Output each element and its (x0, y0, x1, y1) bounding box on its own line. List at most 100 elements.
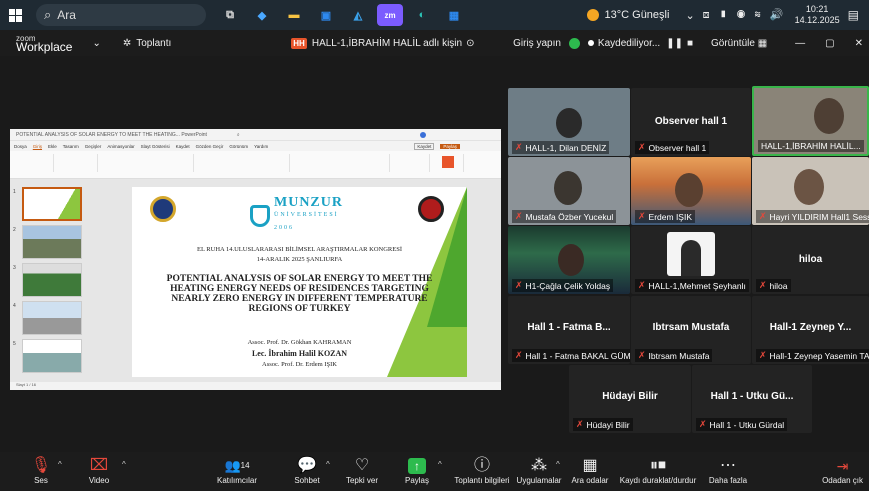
stop-recording-icon[interactable]: ■ (687, 38, 693, 49)
video-tile-dilan[interactable]: ✗ HALL-1, Dilan DENİZ (508, 88, 630, 156)
share-options-chevron-icon[interactable]: ^ (438, 460, 442, 469)
tray-chevron-icon[interactable]: ⌄ (685, 9, 694, 22)
participant-name-text: HALL-1,Mehmet Şeyhanlı (648, 280, 746, 291)
maximize-icon[interactable]: ▢ (825, 38, 834, 49)
file-explorer-icon[interactable]: ▬ (281, 4, 307, 26)
video-tile-fatma[interactable]: Hall 1 - Fatma B... ✗ Hall 1 - Fatma BAKA… (508, 296, 630, 364)
video-tile-ibtrsam[interactable]: Ibtrsam Mustafa ✗ Ibtrsam Mustafa (631, 296, 751, 364)
widgets-icon[interactable]: ◆ (249, 4, 275, 26)
recording-status[interactable]: Kaydediliyor... (587, 38, 660, 49)
mic-muted-icon: ✗ (638, 142, 646, 152)
participant-name: ✗ Erdem IŞIK (635, 210, 696, 223)
zoom-app-icon[interactable]: zm (377, 4, 403, 26)
share-screen-icon: ↑ (408, 458, 426, 474)
ribbon-designer-group[interactable] (434, 154, 464, 172)
sharing-options-icon[interactable]: ⊙ (466, 38, 474, 49)
ribbon-slides-group[interactable] (58, 154, 98, 172)
participants-button[interactable]: 👥14 Katılımcılar (212, 456, 262, 485)
meeting-info-button[interactable]: ⓘ Toplantı bilgileri (452, 456, 512, 485)
more-button[interactable]: ⋯ Daha fazla (706, 456, 750, 485)
video-button[interactable]: ⌧ Video (84, 456, 114, 485)
ppt-menu-item[interactable]: Dosya (14, 144, 27, 149)
react-button[interactable]: ♡ Tepki ver (342, 456, 382, 485)
pause-recording-button[interactable]: ⏸⏹ Kaydı duraklat/durdur (616, 456, 700, 485)
store-icon[interactable]: ▣ (313, 4, 339, 26)
minimize-icon[interactable]: — (795, 38, 805, 49)
slide-thumbnail[interactable] (22, 263, 82, 297)
view-menu[interactable]: Görüntüle ▦ (711, 38, 767, 49)
participant-video (558, 244, 584, 276)
taskbar-search-input[interactable]: ⌕ Ara (36, 4, 206, 26)
ppt-menu-item[interactable]: Görünüm (229, 144, 248, 149)
video-tile-ibrahim[interactable]: HALL-1,İBRAHİM HALİL... (752, 86, 869, 156)
meeting-controls: 🎙 Ses ^ ⌧ Video ^ 👥14 Katılımcılar 💬 Soh… (0, 452, 869, 491)
photos-icon[interactable]: ◭ (345, 4, 371, 26)
video-tile-mehmet[interactable]: ✗ HALL-1,Mehmet Şeyhanlı (631, 226, 751, 294)
video-tile-zeynep[interactable]: Hall-1 Zeynep Y... ✗ Hall-1 Zeynep Yasemi… (752, 296, 869, 364)
tray-icons[interactable]: ⧈ ▮ ◉ ≋ 🔊 (703, 8, 787, 22)
apps-options-chevron-icon[interactable]: ^ (556, 460, 560, 469)
app-menu-chevron-icon[interactable]: ⌄ (92, 38, 100, 49)
share-screen-button[interactable]: ↑ Paylaş (402, 456, 432, 485)
outlook-icon[interactable]: ▦ (441, 4, 467, 26)
ppt-menu-item[interactable]: Ekle (48, 144, 57, 149)
security-shield-icon[interactable] (568, 37, 580, 49)
thumb-number: 3 (13, 265, 16, 271)
notifications-icon[interactable]: ▤ (848, 8, 859, 22)
ppt-profile-icon[interactable] (419, 131, 426, 138)
ribbon-font-group[interactable] (102, 154, 194, 172)
more-icon: ⋯ (720, 457, 736, 474)
taskbar-clock[interactable]: 10:21 14.12.2025 (795, 4, 840, 26)
view-grid-icon: ▦ (757, 37, 768, 49)
video-tile-erdem[interactable]: ✗ Erdem IŞIK (631, 157, 751, 225)
meeting-menu[interactable]: ✲ Toplantı (123, 38, 171, 49)
audio-options-chevron-icon[interactable]: ^ (58, 460, 62, 469)
slide-thumbnail[interactable] (22, 339, 82, 373)
chat-button[interactable]: 💬 Sohbet (290, 456, 324, 485)
ppt-share-button[interactable]: Paylaş (440, 143, 460, 149)
ppt-menu-item[interactable]: Tasarım (63, 144, 79, 149)
video-tile-hiloa[interactable]: hiloa ✗ hiloa (752, 226, 869, 294)
sharing-indicator[interactable]: HH HALL-1,İBRAHİM HALİL adlı kişin ⊙ (291, 37, 474, 49)
video-tile-hudayi[interactable]: Hüdayi Bilir ✗ Hüdayi Bilir (569, 365, 691, 433)
audio-button[interactable]: 🎙 Ses (28, 456, 54, 485)
ribbon-clipboard-group[interactable] (14, 154, 54, 172)
participant-video (814, 98, 844, 134)
current-slide[interactable]: MUNZUR ÜNİVERSİTESİ 2006 EL RUHA 14.ULUS… (132, 187, 467, 377)
ppt-menu-item[interactable]: Gözden Geçir (196, 144, 224, 149)
ppt-record-button[interactable]: Kaydet (414, 142, 435, 150)
close-icon[interactable]: ✕ (855, 38, 863, 49)
participant-name: ✗ Hall 1 - Utku Gürdal (696, 418, 788, 431)
video-tile-utku[interactable]: Hall 1 - Utku Gü... ✗ Hall 1 - Utku Gürda… (692, 365, 812, 433)
video-tile-hayri[interactable]: ✗Hayri YILDIRIM Hall1 Sessi... (752, 157, 869, 225)
video-options-chevron-icon[interactable]: ^ (122, 460, 126, 469)
ppt-menu-item[interactable]: Giriş (33, 144, 42, 149)
chat-options-chevron-icon[interactable]: ^ (326, 460, 330, 469)
ppt-menu-item[interactable]: Slayt Gösterisi (141, 144, 170, 149)
heart-icon: ♡ (354, 457, 370, 474)
ppt-search-icon[interactable]: ⌕ (237, 132, 240, 138)
edge-icon[interactable]: ◐ (409, 4, 435, 26)
ppt-menu-item[interactable]: Kaydet (176, 144, 190, 149)
pause-recording-icon[interactable]: ❚❚ (666, 38, 683, 49)
task-view-icon[interactable]: ⧉ (217, 4, 243, 26)
breakout-rooms-button[interactable]: ▦ Ara odalar (570, 456, 610, 485)
slide-thumbnail[interactable] (22, 225, 82, 259)
ppt-menu-item[interactable]: Animasyonlar (107, 144, 134, 149)
slide-thumbnail[interactable] (22, 301, 82, 335)
signin-link[interactable]: Giriş yapın (513, 38, 561, 49)
slide-thumbnail[interactable] (22, 187, 82, 221)
ppt-menu-item[interactable]: Yardım (254, 144, 268, 149)
ppt-menu-item[interactable]: Geçişler (85, 144, 102, 149)
video-tile-observer[interactable]: Observer hall 1 ✗ Observer hall 1 (631, 88, 751, 156)
munzur-logo: MUNZUR ÜNİVERSİTESİ 2006 (250, 196, 343, 235)
weather-text[interactable]: 13°C Güneşli (605, 9, 670, 21)
video-tile-cagla[interactable]: ✗ H1-Çağla Çelik Yoldaş (508, 226, 630, 294)
video-tile-mustafa[interactable]: ✗ Mustafa Özber Yucekul (508, 157, 630, 225)
shared-screen[interactable]: POTENTIAL ANALYSIS OF SOLAR ENERGY TO ME… (10, 129, 501, 390)
start-button[interactable] (0, 0, 30, 30)
leave-meeting-button[interactable]: ⇥ Odadan çık (822, 456, 863, 485)
ribbon-drawing-group[interactable] (294, 154, 390, 172)
ribbon-editing-group[interactable] (394, 154, 430, 172)
ribbon-paragraph-group[interactable] (198, 154, 290, 172)
